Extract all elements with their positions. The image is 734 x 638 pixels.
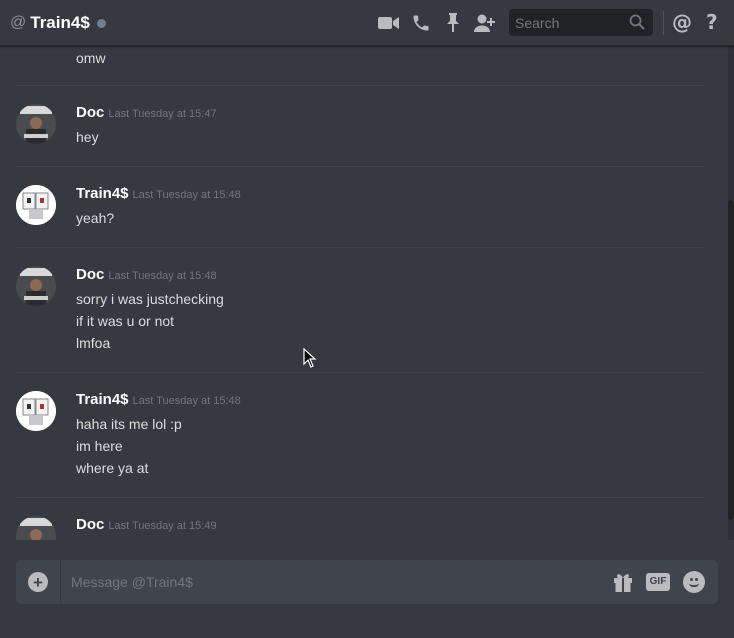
help-icon[interactable]: ? (704, 10, 720, 38)
message-header: Doc Last Tuesday at 15:49 (76, 516, 217, 534)
message-timestamp: Last Tuesday at 15:48 (132, 189, 241, 201)
gift-icon[interactable] (612, 571, 634, 598)
avatar[interactable] (16, 266, 56, 306)
message-timestamp: Last Tuesday at 15:48 (132, 395, 241, 407)
status-indicator (96, 18, 106, 28)
svg-text:?: ? (706, 11, 718, 33)
header-toolbar (378, 0, 506, 46)
plus-icon: + (33, 572, 43, 592)
channel-header: @ Train4$ @ ? (0, 0, 734, 46)
channel-title: Train4$ (30, 12, 90, 32)
message-text: if it was u or not (76, 313, 175, 329)
message-divider (16, 497, 705, 498)
upload-button[interactable]: + (28, 572, 48, 592)
message-timestamp: Last Tuesday at 15:47 (108, 108, 217, 120)
message-header: Train4$ Last Tuesday at 15:48 (76, 185, 241, 203)
author-name[interactable]: Train4$ (76, 185, 129, 202)
emoji-icon[interactable] (683, 571, 705, 593)
message-divider (16, 85, 705, 86)
message-timestamp: Last Tuesday at 15:48 (108, 270, 217, 282)
message-text: where ya at (76, 460, 149, 476)
message-divider (16, 372, 705, 373)
header-divider (663, 11, 664, 35)
message-text: omw (76, 50, 106, 66)
gif-button[interactable]: GIF (646, 573, 670, 591)
mouse-cursor-icon (303, 347, 317, 373)
message-text: im here (76, 438, 123, 454)
author-name[interactable]: Doc (76, 104, 104, 121)
message-divider (16, 166, 705, 167)
message-text: lmfoa (76, 335, 111, 351)
mention-icon[interactable]: @ (672, 10, 692, 38)
pin-icon[interactable] (442, 12, 464, 34)
message-composer: + GIF (16, 560, 718, 604)
message-timestamp: Last Tuesday at 15:49 (108, 520, 217, 532)
message-header: Doc Last Tuesday at 15:47 (76, 104, 217, 122)
message-list[interactable]: omw Doc Last Tuesday at 15:47 hey Train4$… (0, 46, 730, 540)
svg-text:@: @ (672, 11, 692, 33)
composer-divider (60, 560, 61, 604)
message-divider (16, 247, 705, 248)
avatar[interactable] (16, 185, 56, 225)
message-text: hey (76, 129, 99, 145)
message-text: sorry i was justchecking (76, 291, 224, 307)
author-name[interactable]: Doc (76, 516, 104, 533)
avatar[interactable] (16, 516, 56, 540)
add-friend-icon[interactable] (474, 12, 496, 34)
message-input[interactable] (71, 571, 591, 593)
voice-call-icon[interactable] (410, 12, 432, 34)
message-header: Doc Last Tuesday at 15:48 (76, 266, 217, 284)
search-box[interactable] (509, 9, 653, 36)
search-icon (629, 14, 645, 35)
search-input[interactable] (515, 14, 627, 31)
author-name[interactable]: Doc (76, 266, 104, 283)
video-call-icon[interactable] (378, 12, 400, 34)
scrollbar-thumb[interactable] (728, 200, 734, 520)
message-header: Train4$ Last Tuesday at 15:48 (76, 391, 241, 409)
message-text: haha its me lol :p (76, 416, 182, 432)
avatar[interactable] (16, 391, 56, 431)
dm-at-symbol: @ (10, 13, 27, 31)
avatar[interactable] (16, 104, 56, 144)
author-name[interactable]: Train4$ (76, 391, 129, 408)
message-text: yeah? (76, 210, 115, 226)
